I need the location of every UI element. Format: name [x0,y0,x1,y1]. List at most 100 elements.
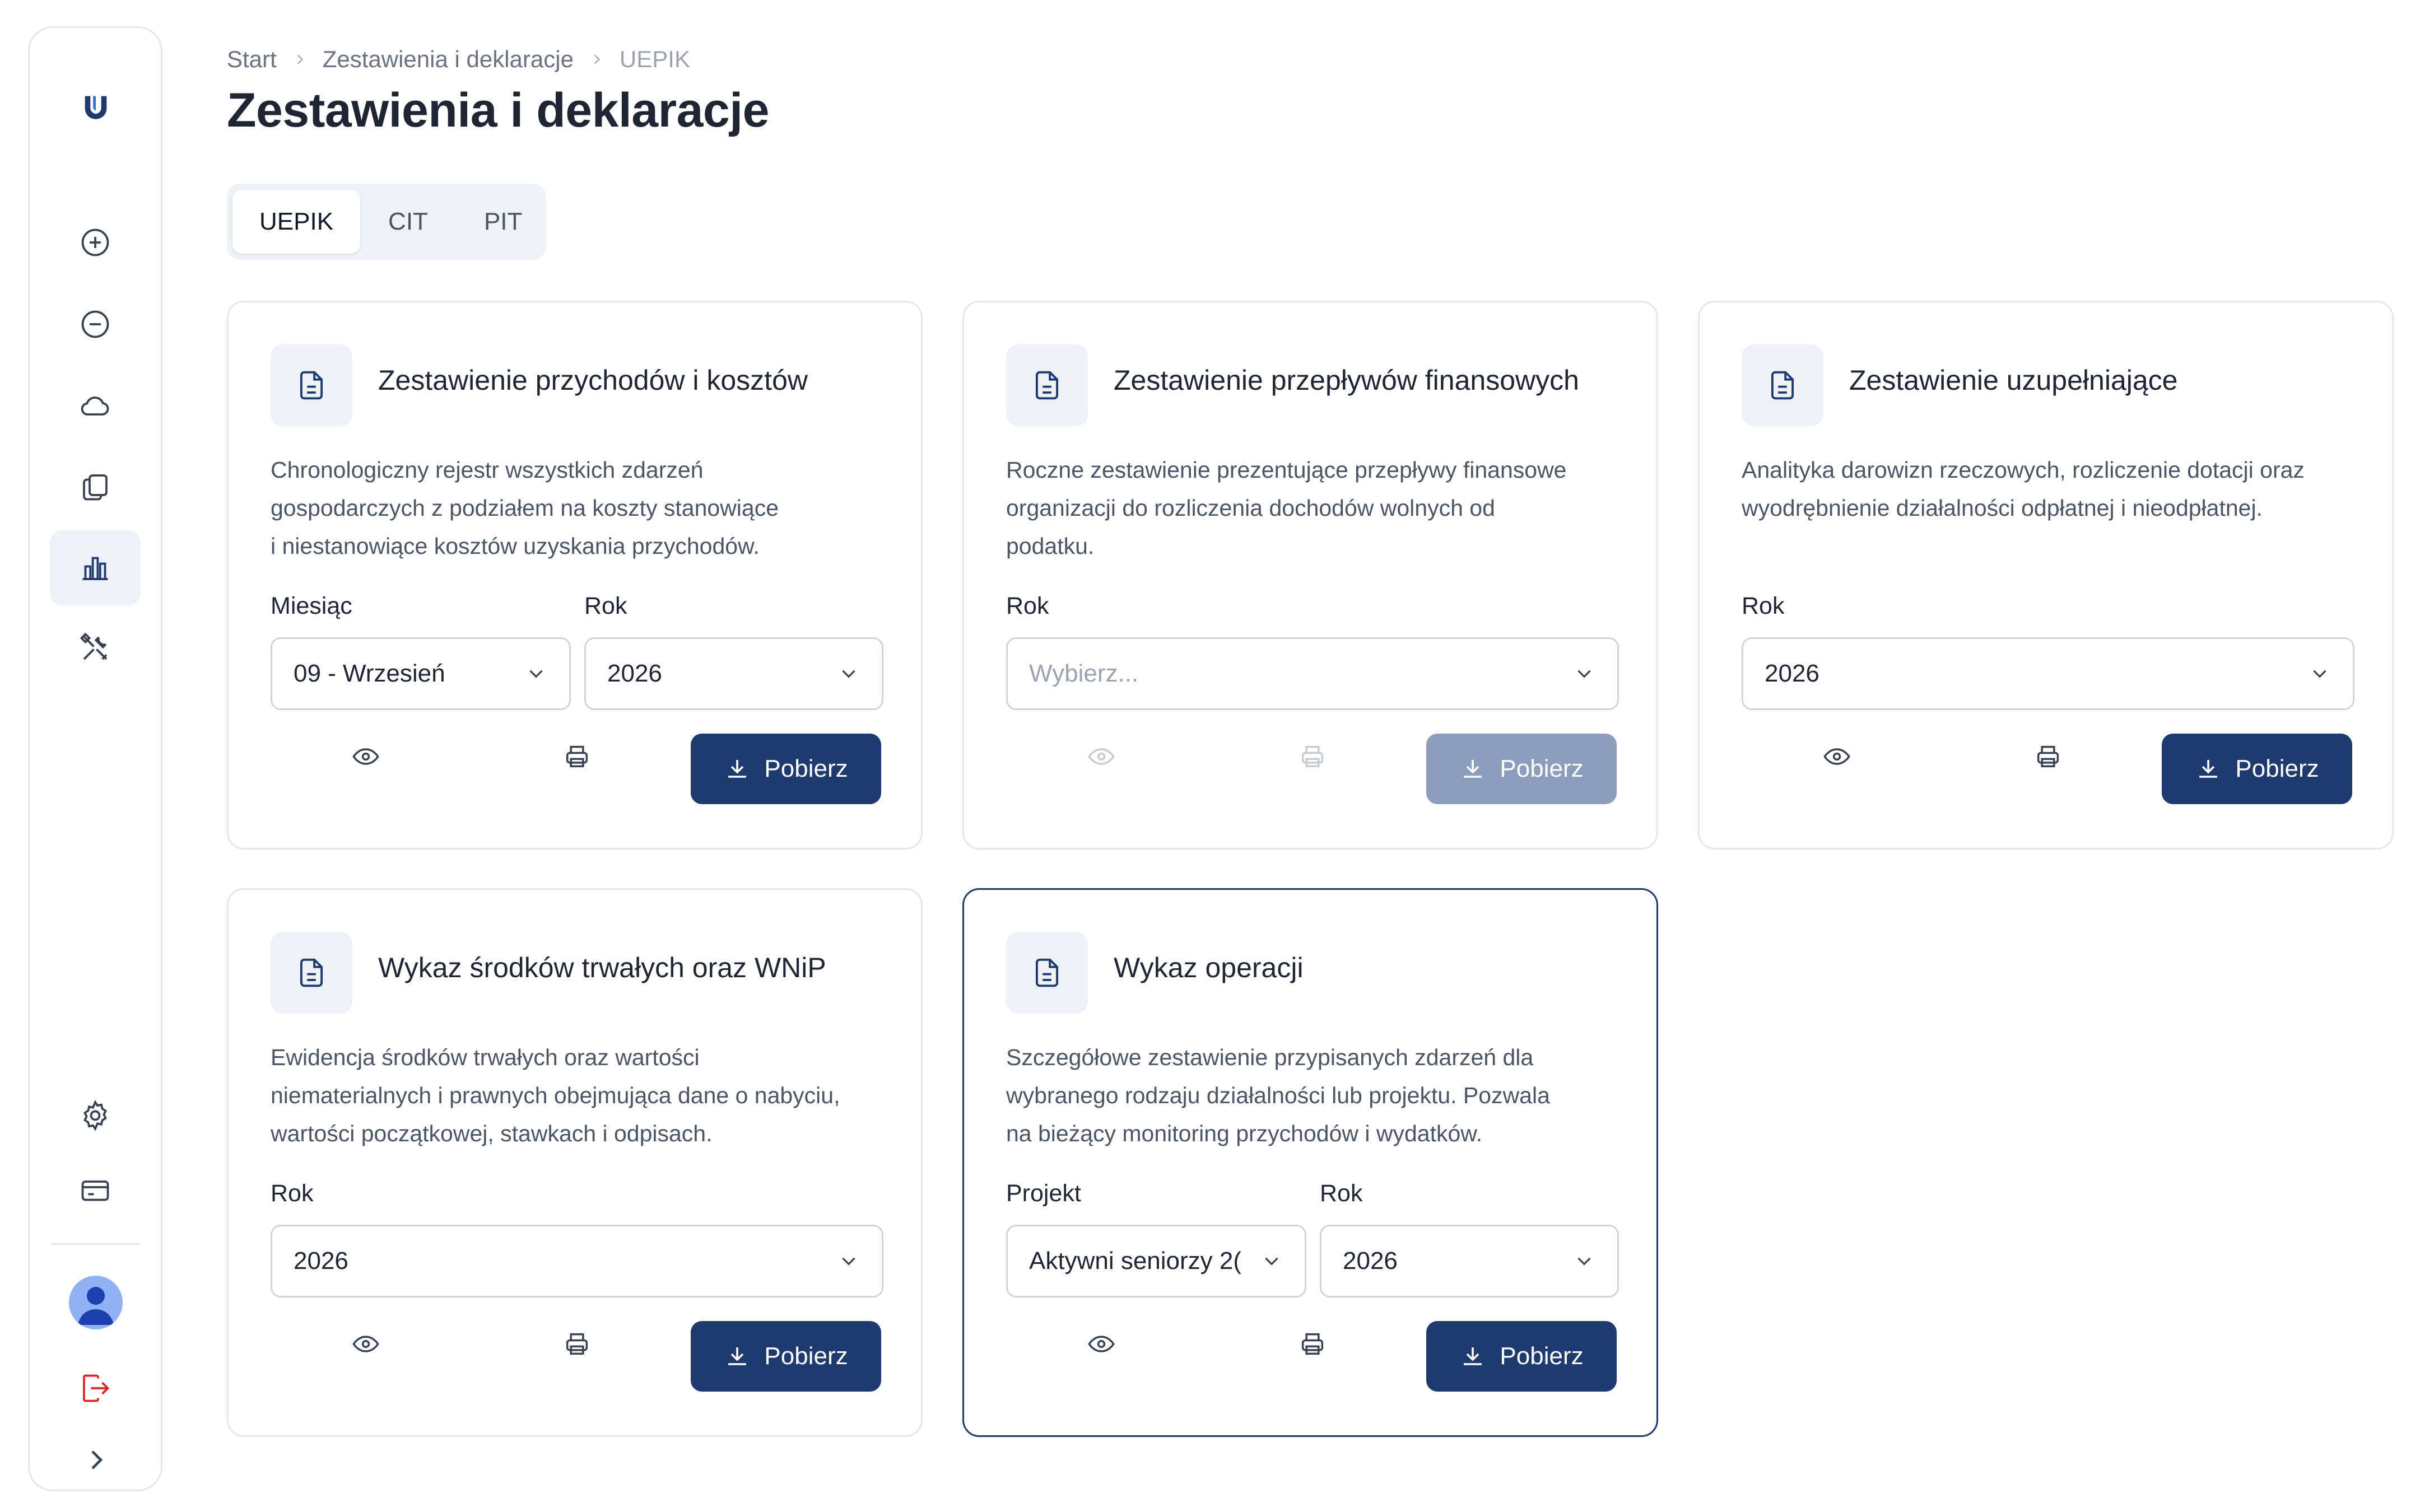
card-icon [81,1180,109,1201]
brand-logo-icon[interactable] [69,80,123,134]
settings-icon [83,1100,107,1131]
preview-button[interactable] [1082,737,1121,776]
document-icon [1006,344,1088,426]
eye-icon [352,1336,379,1352]
breadcrumb-item-start[interactable]: Start [227,46,277,73]
chevron-down-icon [2313,670,2326,678]
year-label: Rok [271,1180,314,1207]
chevron-down-icon [842,670,855,678]
download-icon [728,760,747,778]
tab-uepik[interactable]: UEPIK [232,190,361,254]
month-select[interactable]: 09 - Wrzesień [271,637,571,710]
documents-icon [83,474,108,501]
print-button[interactable] [557,737,597,776]
download-button[interactable]: Pobierz [691,734,881,804]
page-title: Zestawienia i deklaracje [227,83,769,137]
year-select[interactable]: 2026 [1320,1225,1619,1298]
card-title: Zestawienie uzupełniające [1849,365,2178,396]
document-icon [1742,344,1823,426]
breadcrumb: Start Zestawienia i deklaracje UEPIK [227,45,690,74]
sidebar-item-documents[interactable] [50,449,141,524]
tab-cit[interactable]: CIT [360,190,456,254]
project-select[interactable]: Aktywni seniorzy 2( [1006,1225,1306,1298]
card-operations: Wykaz operacji Szczegółowe zestawienie p… [962,888,1658,1437]
printer-icon [2037,745,2059,768]
card-supplementary: Zestawienie uzupełniające Analityka daro… [1698,301,2394,850]
card-description: Szczegółowe zestawienie przypisanych zda… [1006,1044,1550,1146]
year-select[interactable]: 2026 [584,637,883,710]
sidebar-item-add[interactable] [50,205,141,280]
preview-button[interactable] [346,1324,385,1364]
download-button[interactable]: Pobierz [1426,734,1617,804]
avatar[interactable] [69,1276,123,1329]
download-icon [1464,760,1482,778]
sidebar-item-cloud[interactable] [50,368,141,444]
sidebar-item-reports[interactable] [50,530,141,605]
sidebar-item-tools[interactable] [50,610,141,685]
card-revenue-costs: Zestawienie przychodów i kosztów Chronol… [227,301,923,850]
chevron-down-icon [842,1257,855,1266]
year-label: Rok [584,592,627,619]
plus-circle-icon [81,228,109,256]
sidebar-expand-button[interactable] [50,1422,141,1497]
eye-icon [352,748,379,765]
chevron-down-icon [529,670,543,678]
chevron-down-icon [1577,1257,1591,1266]
card-financial-flows: Zestawienie przepływów finansowych Roczn… [962,301,1658,850]
download-button[interactable]: Pobierz [691,1321,881,1392]
preview-button[interactable] [1817,737,1856,776]
breadcrumb-current: UEPIK [619,46,690,72]
year-label: Rok [1006,592,1049,619]
card-title: Zestawienie przepływów finansowych [1114,365,1579,396]
printer-icon [1301,745,1324,768]
download-icon [1464,1347,1482,1365]
preview-button[interactable] [1082,1324,1121,1364]
printer-icon [566,745,588,768]
bar-chart-icon [82,557,108,580]
card-title: Wykaz środków trwałych oraz WNiP [378,952,826,983]
document-icon [271,344,352,426]
card-description: Chronologiczny rejestr wszystkich zdarze… [271,457,779,559]
sidebar-item-settings[interactable] [50,1078,141,1153]
year-select[interactable]: Wybierz... [1006,637,1619,710]
tools-icon [80,632,108,660]
printer-icon [1301,1333,1324,1355]
preview-button[interactable] [346,737,385,776]
chevron-right-icon [91,1450,103,1469]
card-title: Zestawienie przychodów i kosztów [378,365,808,396]
year-label: Rok [1742,592,1785,619]
eye-icon [1088,1336,1115,1352]
year-label: Rok [1320,1180,1363,1207]
logout-button[interactable] [50,1351,141,1426]
print-button[interactable] [2028,737,2068,776]
card-description: Ewidencja środków trwałych oraz wartości… [271,1044,840,1146]
card-fixed-assets: Wykaz środków trwałych oraz WNiP Ewidenc… [227,888,923,1437]
sidebar-divider [51,1243,139,1245]
download-icon [728,1347,747,1365]
eye-icon [1088,748,1115,765]
tab-bar: UEPIK CIT PIT [227,184,546,260]
document-icon [271,932,352,1014]
download-button[interactable]: Pobierz [2162,734,2352,804]
download-icon [2199,760,2218,778]
project-label: Projekt [1006,1180,1081,1207]
card-description: Roczne zestawienie prezentujące przepływ… [1006,457,1567,559]
print-button[interactable] [1293,1324,1332,1364]
month-label: Miesiąc [271,592,352,619]
sidebar-item-subtract[interactable] [50,287,141,362]
year-select[interactable]: 2026 [271,1225,883,1298]
print-button[interactable] [557,1324,597,1364]
print-button[interactable] [1293,737,1332,776]
download-button[interactable]: Pobierz [1426,1321,1617,1392]
year-select[interactable]: 2026 [1742,637,2354,710]
minus-circle-icon [81,310,109,338]
breadcrumb-item-statements[interactable]: Zestawienia i deklaracje [323,46,574,73]
cloud-icon [81,396,109,416]
chevron-right-icon [589,52,604,67]
card-description: Analityka darowizn rzeczowych, rozliczen… [1742,457,2305,521]
logout-icon [83,1374,110,1402]
sidebar-item-billing[interactable] [50,1152,141,1228]
eye-icon [1823,748,1850,765]
sidebar [28,26,162,1491]
tab-pit[interactable]: PIT [456,190,550,254]
